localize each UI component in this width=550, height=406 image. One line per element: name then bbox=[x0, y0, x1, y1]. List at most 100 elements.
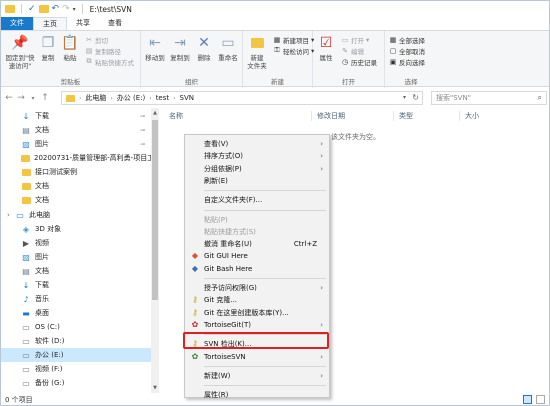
scroll-down-icon[interactable]: ▼ bbox=[151, 385, 159, 391]
scrollbar-thumb[interactable] bbox=[152, 120, 158, 300]
nav-item[interactable]: ▭ 视频 (F:) bbox=[1, 362, 151, 376]
nav-item[interactable]: ▨ 图片 bbox=[1, 250, 151, 264]
rename-button[interactable]: ▭ 重命名 bbox=[216, 34, 240, 62]
paste-button[interactable]: 📋 粘贴 bbox=[59, 34, 81, 62]
nav-item[interactable]: ▭ OS (C:) bbox=[1, 320, 151, 334]
tab-share[interactable]: 共享 bbox=[67, 17, 99, 30]
up-arrow-icon[interactable]: ↑ bbox=[39, 93, 51, 103]
nav-item[interactable]: ↓ 下载 bbox=[1, 278, 151, 292]
breadcrumb-test[interactable]: test bbox=[156, 94, 169, 102]
easy-access-button[interactable]: ⚿ 轻松访问 ▾ bbox=[273, 46, 314, 56]
nav-item[interactable]: ↓ 下载 ⊸ bbox=[1, 109, 151, 123]
column-header-date[interactable]: 修改日期 bbox=[317, 111, 345, 121]
cut-label: 剪切 bbox=[95, 36, 108, 45]
breadcrumb-svn[interactable]: SVN bbox=[180, 94, 194, 102]
nav-item[interactable]: 接口测试案例 bbox=[1, 165, 151, 179]
pin-icon[interactable]: ⊸ bbox=[140, 113, 145, 120]
context-menu-item[interactable]: 粘贴(P) bbox=[185, 214, 329, 226]
breadcrumb-this-pc[interactable]: 此电脑 bbox=[85, 93, 106, 103]
context-menu-item[interactable]: 属性(R) bbox=[185, 389, 329, 401]
column-header-type[interactable]: 类型 bbox=[399, 111, 413, 121]
context-menu-item[interactable]: ◆ Git GUI Here bbox=[185, 250, 329, 262]
large-icons-view-icon[interactable] bbox=[536, 395, 545, 404]
cut-button[interactable]: ✂ 剪切 bbox=[85, 35, 108, 45]
breadcrumb-drive-e[interactable]: 办公 (E:) bbox=[117, 93, 145, 103]
scroll-up-icon[interactable]: ▲ bbox=[151, 110, 159, 116]
menu-item-label: 撤消 重命名(U) bbox=[204, 240, 252, 249]
nav-item[interactable]: 文档 bbox=[1, 193, 151, 207]
pin-icon[interactable]: ⊸ bbox=[140, 127, 145, 134]
view-buttons bbox=[523, 395, 545, 404]
context-menu-item[interactable]: ◆ Git Bash Here bbox=[185, 263, 329, 275]
tab-view[interactable]: 查看 bbox=[99, 17, 131, 30]
context-menu-item[interactable]: 自定义文件夹(F)... bbox=[185, 194, 329, 206]
history-button[interactable]: ◷ 历史记录 bbox=[341, 57, 377, 67]
invert-selection-button[interactable]: ▣ 反向选择 bbox=[389, 57, 425, 67]
context-menu-item[interactable]: 分组依据(P) › bbox=[185, 163, 329, 175]
context-menu-item[interactable]: ✿ TortoiseSVN › bbox=[185, 351, 329, 363]
edit-button[interactable]: ✎ 编辑 bbox=[341, 46, 364, 56]
context-menu-item[interactable]: ✿ TortoiseGit(T) › bbox=[185, 319, 329, 331]
redo-icon[interactable]: ↷ bbox=[62, 4, 70, 14]
forward-arrow-icon[interactable]: → bbox=[15, 93, 27, 103]
context-menu-item[interactable]: 刷新(E) bbox=[185, 175, 329, 187]
context-menu-item[interactable]: 新建(W) › bbox=[185, 370, 329, 382]
properties-button[interactable]: ☑ 属性 bbox=[315, 34, 337, 62]
context-menu-item[interactable]: 撤消 重命名(U) Ctrl+Z bbox=[185, 238, 329, 250]
context-menu-item[interactable]: 排序方式(O) › bbox=[185, 150, 329, 162]
nav-item[interactable]: ▭ 软件 (D:) bbox=[1, 334, 151, 348]
recent-dropdown-icon[interactable]: ▾ bbox=[27, 95, 39, 102]
folder-icon bbox=[21, 182, 31, 191]
tab-home[interactable]: 主页 bbox=[33, 17, 67, 30]
new-folder-icon[interactable] bbox=[38, 5, 49, 13]
pin-quick-access-button[interactable]: 📌 固定到"快速访问" bbox=[3, 34, 37, 70]
context-menu-item[interactable]: ⚷ Git 在这里创建版本库(Y)... bbox=[185, 307, 329, 319]
tab-file[interactable]: 文件 bbox=[1, 17, 33, 30]
context-menu-item[interactable]: 粘贴快捷方式(S) bbox=[185, 226, 329, 238]
search-icon: ⌕ bbox=[537, 93, 542, 102]
open-button[interactable]: ▭ 打开 ▾ bbox=[341, 35, 370, 45]
delete-button[interactable]: ✕ 删除 bbox=[193, 34, 215, 62]
context-menu-item[interactable]: ⚷ Git 克隆... bbox=[185, 294, 329, 306]
nav-item[interactable]: › ▭ 此电脑 bbox=[1, 208, 151, 222]
easy-access-label: 轻松访问 bbox=[283, 47, 309, 56]
nav-item[interactable]: ▭ 办公 (E:) bbox=[1, 348, 151, 362]
column-header-size[interactable]: 大小 bbox=[465, 111, 479, 121]
nav-item[interactable]: 20200731-质量管理部-高利勇-项目工 bbox=[1, 151, 154, 165]
pin-icon[interactable]: ⊸ bbox=[140, 141, 145, 148]
nav-item[interactable]: ♪ 音乐 bbox=[1, 292, 151, 306]
context-menu-item[interactable]: 授予访问权限(G) › bbox=[185, 282, 329, 294]
column-divider bbox=[459, 111, 460, 121]
undo-icon[interactable]: ↶ bbox=[52, 4, 60, 14]
nav-item[interactable]: ▤ 文档 ⊸ bbox=[1, 123, 151, 137]
details-view-icon[interactable] bbox=[523, 395, 532, 404]
properties-icon[interactable]: ✓ bbox=[28, 4, 36, 14]
paste-shortcut-button[interactable]: ⧉ 粘贴快捷方式 bbox=[85, 57, 135, 67]
context-menu-item[interactable]: 查看(V) › bbox=[185, 138, 329, 150]
column-header-name[interactable]: 名称 bbox=[169, 111, 183, 121]
back-arrow-icon[interactable]: ← bbox=[3, 93, 15, 103]
refresh-icon[interactable]: ↻ bbox=[412, 93, 419, 102]
move-to-button[interactable]: ⇤ 移动到 bbox=[143, 34, 167, 62]
address-dropdown-icon[interactable]: ▾ bbox=[403, 94, 406, 101]
nav-item[interactable]: ▤ 文档 bbox=[1, 264, 151, 278]
copy-path-button[interactable]: ▤ 复制路径 bbox=[85, 46, 121, 56]
nav-scrollbar[interactable]: ▲ ▼ bbox=[151, 108, 159, 393]
new-item-icon: ▦ bbox=[273, 35, 281, 44]
select-none-button[interactable]: ▢ 全部取消 bbox=[389, 46, 425, 56]
copy-to-button[interactable]: ⇥ 复制到 bbox=[168, 34, 192, 62]
nav-item[interactable]: 文档 bbox=[1, 179, 151, 193]
expand-chevron-icon[interactable]: › bbox=[7, 211, 15, 219]
nav-item[interactable]: ▬ 桌面 bbox=[1, 306, 151, 320]
nav-item[interactable]: ▨ 图片 ⊸ bbox=[1, 137, 151, 151]
search-input[interactable]: 搜索"SVN" ⌕ bbox=[431, 91, 547, 105]
nav-item[interactable]: ◈ 3D 对象 bbox=[1, 222, 151, 236]
nav-item[interactable]: ▶ 视频 bbox=[1, 236, 151, 250]
copy-button[interactable]: ❐ 复制 bbox=[37, 34, 59, 62]
select-all-button[interactable]: ▦ 全部选择 bbox=[389, 35, 425, 45]
address-bar[interactable]: › 此电脑 › 办公 (E:) › test › SVN ▾ ↻ bbox=[61, 91, 423, 105]
nav-item[interactable]: ▭ 备份 (G:) bbox=[1, 376, 151, 390]
new-item-button[interactable]: ▦ 新建项目 ▾ bbox=[273, 35, 315, 45]
new-folder-button[interactable]: 新建 文件夹 bbox=[245, 34, 269, 70]
dropdown-icon[interactable]: ▾ bbox=[73, 5, 76, 14]
